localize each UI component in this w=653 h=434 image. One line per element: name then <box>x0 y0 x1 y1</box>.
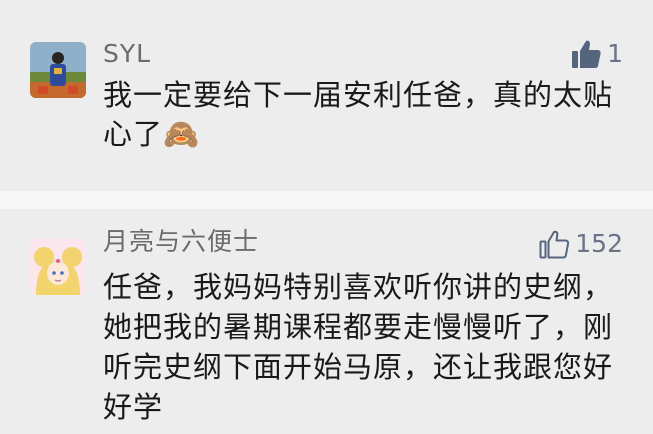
like-button[interactable]: 1 <box>570 37 623 71</box>
thumbs-up-filled-icon <box>572 40 601 68</box>
comments-page: SYL 1 我一定要给下一届安利任爸，真的太贴心了🙈 月亮与六便士 152 任爸… <box>0 0 653 434</box>
like-count: 152 <box>575 229 623 258</box>
comment-card: SYL 1 我一定要给下一届安利任爸，真的太贴心了🙈 <box>0 0 653 191</box>
comment-text: 我一定要给下一届安利任爸，真的太贴心了🙈 <box>103 78 614 151</box>
avatar-photo <box>30 42 86 98</box>
thumbs-up-outline-icon <box>539 230 570 259</box>
like-count: 1 <box>607 39 623 68</box>
like-button[interactable]: 152 <box>538 227 623 261</box>
avatar[interactable] <box>30 239 86 295</box>
comment-card: 月亮与六便士 152 任爸，我妈妈特别喜欢听你讲的史纲，她把我的暑期课程都要走慢… <box>0 209 653 434</box>
avatar[interactable] <box>30 42 86 98</box>
comment-text: 任爸，我妈妈特别喜欢听你讲的史纲，她把我的暑期课程都要走慢慢听了，刚听完史纲下面… <box>103 270 614 424</box>
username[interactable]: 月亮与六便士 <box>103 226 259 258</box>
avatar-anime <box>30 239 86 295</box>
username[interactable]: SYL <box>103 38 151 70</box>
